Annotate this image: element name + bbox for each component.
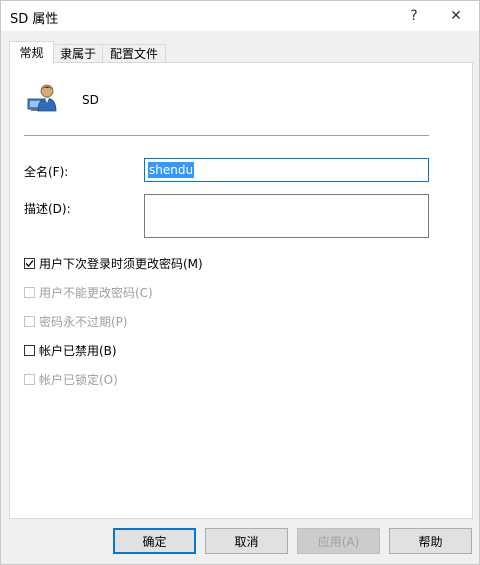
user-name: SD — [82, 93, 99, 107]
description-label: 描述(D): — [24, 202, 71, 216]
password-never-expires-checkbox[interactable]: 密码永不过期(P) — [24, 313, 128, 329]
general-panel: SD 全名(F): shendu 描述(D): 用户下次登录时须更改密码(M) … — [9, 62, 473, 519]
description-field[interactable] — [144, 194, 429, 238]
separator — [24, 135, 429, 136]
help-title-button[interactable]: ? — [399, 1, 429, 31]
must-change-password-checkbox[interactable]: 用户下次登录时须更改密码(M) — [24, 255, 203, 271]
tab-general[interactable]: 常规 — [9, 41, 54, 64]
user-icon — [27, 84, 57, 112]
cannot-change-password-checkbox[interactable]: 用户不能更改密码(C) — [24, 284, 153, 300]
checkbox-box[interactable] — [24, 315, 35, 327]
ok-button[interactable]: 确定 — [113, 528, 196, 554]
fullname-value: shendu — [148, 162, 195, 178]
window-title: SD 属性 — [10, 12, 59, 27]
apply-button[interactable]: 应用(A) — [297, 528, 380, 554]
checkmark-icon — [25, 259, 34, 267]
checkbox-box[interactable] — [24, 373, 35, 385]
checkbox-box[interactable] — [24, 257, 35, 269]
fullname-field[interactable]: shendu — [144, 158, 429, 182]
account-locked-checkbox[interactable]: 帐户已锁定(O) — [24, 371, 118, 387]
properties-dialog: SD 属性 ? ✕ 常规 隶属于 配置文件 SD 全名(F): shendu 描… — [0, 0, 480, 565]
account-locked-label: 帐户已锁定(O) — [39, 372, 118, 387]
cancel-button[interactable]: 取消 — [205, 528, 288, 554]
tab-profile[interactable]: 配置文件 — [102, 44, 166, 63]
cannot-change-password-label: 用户不能更改密码(C) — [39, 285, 153, 300]
account-disabled-label: 帐户已禁用(B) — [39, 343, 117, 358]
account-disabled-checkbox[interactable]: 帐户已禁用(B) — [24, 342, 117, 358]
password-never-expires-label: 密码永不过期(P) — [39, 314, 128, 329]
title-bar: SD 属性 ? ✕ — [1, 1, 479, 31]
close-button[interactable]: ✕ — [441, 1, 471, 31]
tab-member-of[interactable]: 隶属于 — [52, 44, 104, 63]
help-button[interactable]: 帮助 — [389, 528, 472, 554]
checkbox-box[interactable] — [24, 286, 35, 298]
must-change-password-label: 用户下次登录时须更改密码(M) — [39, 256, 203, 271]
checkbox-box[interactable] — [24, 344, 35, 356]
fullname-label: 全名(F): — [24, 165, 69, 179]
